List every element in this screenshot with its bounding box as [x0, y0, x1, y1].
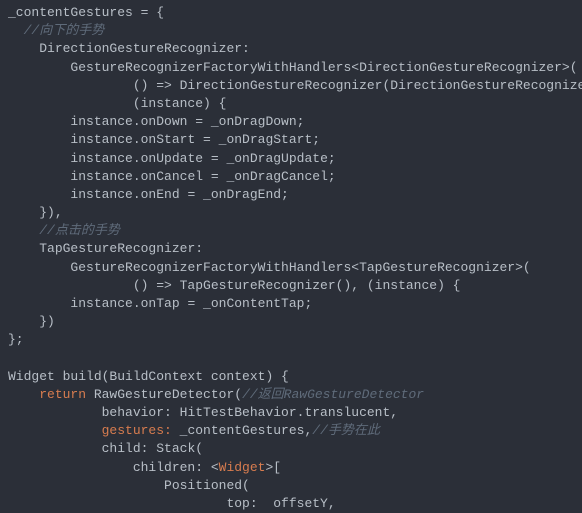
code-line: }),: [8, 204, 582, 222]
code-segment: Widget: [219, 460, 266, 475]
code-segment: return: [39, 387, 86, 402]
code-line: DirectionGestureRecognizer:: [8, 40, 582, 58]
code-line: instance.onStart = _onDragStart;: [8, 131, 582, 149]
code-line: instance.onEnd = _onDragEnd;: [8, 186, 582, 204]
code-segment: }),: [39, 205, 62, 220]
code-line: child: Stack(: [8, 440, 582, 458]
code-segment: gestures:: [102, 423, 172, 438]
code-segment: //点击的手势: [39, 223, 120, 238]
code-line: Positioned(: [8, 477, 582, 495]
code-line: gestures: _contentGestures,//手势在此: [8, 422, 582, 440]
code-line: GestureRecognizerFactoryWithHandlers<Dir…: [8, 59, 582, 77]
code-line: GestureRecognizerFactoryWithHandlers<Tap…: [8, 259, 582, 277]
code-line: TapGestureRecognizer:: [8, 240, 582, 258]
code-segment: >[: [265, 460, 281, 475]
code-line: //向下的手势: [8, 22, 582, 40]
code-line: instance.onUpdate = _onDragUpdate;: [8, 150, 582, 168]
code-line: instance.onCancel = _onDragCancel;: [8, 168, 582, 186]
code-segment: children: <: [133, 460, 219, 475]
code-segment: GestureRecognizerFactoryWithHandlers<Tap…: [70, 260, 530, 275]
code-line: children: <Widget>[: [8, 459, 582, 477]
code-segment: _contentGestures = {: [8, 5, 164, 20]
code-segment: top: offsetY,: [226, 496, 335, 511]
code-segment: () => DirectionGestureRecognizer(Directi…: [133, 78, 582, 93]
code-segment: //手势在此: [312, 423, 380, 438]
code-segment: instance.onCancel = _onDragCancel;: [70, 169, 335, 184]
code-line: }): [8, 313, 582, 331]
code-segment: };: [8, 332, 24, 347]
code-editor[interactable]: _contentGestures = { //向下的手势 DirectionGe…: [0, 4, 582, 513]
code-line: Widget build(BuildContext context) {: [8, 368, 582, 386]
code-segment: TapGestureRecognizer:: [39, 241, 203, 256]
code-segment: instance.onUpdate = _onDragUpdate;: [70, 151, 335, 166]
code-line: //点击的手势: [8, 222, 582, 240]
code-segment: Widget build(BuildContext context) {: [8, 369, 289, 384]
code-segment: instance.onStart = _onDragStart;: [70, 132, 320, 147]
code-line: };: [8, 331, 582, 349]
code-line: [8, 350, 582, 368]
code-segment: _contentGestures,: [172, 423, 312, 438]
code-segment: //返回RawGestureDetector: [242, 387, 424, 402]
code-segment: instance.onEnd = _onDragEnd;: [70, 187, 288, 202]
code-segment: (instance) {: [133, 96, 227, 111]
code-line: _contentGestures = {: [8, 4, 582, 22]
code-segment: child: Stack(: [102, 441, 203, 456]
code-line: instance.onTap = _onContentTap;: [8, 295, 582, 313]
code-line: () => TapGestureRecognizer(), (instance)…: [8, 277, 582, 295]
code-line: (instance) {: [8, 95, 582, 113]
code-segment: RawGestureDetector(: [86, 387, 242, 402]
code-segment: Positioned(: [164, 478, 250, 493]
code-line: behavior: HitTestBehavior.translucent,: [8, 404, 582, 422]
code-line: return RawGestureDetector(//返回RawGesture…: [8, 386, 582, 404]
code-segment: behavior: HitTestBehavior.translucent,: [102, 405, 398, 420]
code-segment: //向下的手势: [24, 23, 105, 38]
code-segment: GestureRecognizerFactoryWithHandlers<Dir…: [70, 60, 577, 75]
code-segment: DirectionGestureRecognizer:: [39, 41, 250, 56]
code-segment: }): [39, 314, 55, 329]
code-segment: instance.onDown = _onDragDown;: [70, 114, 304, 129]
code-line: () => DirectionGestureRecognizer(Directi…: [8, 77, 582, 95]
code-segment: instance.onTap = _onContentTap;: [70, 296, 312, 311]
code-line: instance.onDown = _onDragDown;: [8, 113, 582, 131]
code-segment: () => TapGestureRecognizer(), (instance)…: [133, 278, 461, 293]
code-line: top: offsetY,: [8, 495, 582, 513]
